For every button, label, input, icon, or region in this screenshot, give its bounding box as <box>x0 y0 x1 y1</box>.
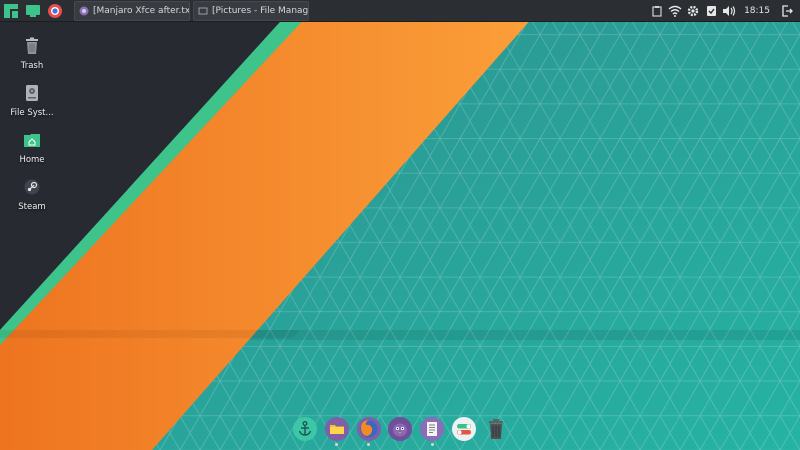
task-label: [Manjaro Xfce after.txt - ... <box>93 5 190 16</box>
steam-icon <box>22 177 42 197</box>
desktop-icon-home[interactable]: Home <box>4 130 60 165</box>
dock-item-file-manager[interactable] <box>324 416 350 446</box>
firefox-icon <box>356 417 381 441</box>
dock-item-text-editor[interactable] <box>419 416 445 446</box>
desktop-icon-trash[interactable]: Trash <box>4 36 60 71</box>
running-indicator <box>335 443 339 446</box>
clipboard-icon[interactable] <box>650 4 664 18</box>
checklist-icon[interactable] <box>704 4 718 18</box>
pidgin-icon <box>388 417 413 441</box>
file-manager-icon <box>198 7 208 14</box>
desktop-icon-label: File Syst... <box>10 108 54 118</box>
running-indicator <box>367 443 371 446</box>
task-label: [Pictures - File Manager] <box>212 5 309 16</box>
settings-toggle-icon <box>452 417 477 441</box>
desktop-icon-label: Home <box>19 155 45 165</box>
anchor-icon <box>293 417 317 441</box>
dock-item-firefox[interactable] <box>356 416 382 446</box>
desktop-icon-label: Trash <box>20 61 44 71</box>
desktop-icon-label: Steam <box>18 202 46 212</box>
text-editor-icon <box>79 6 89 15</box>
dock-item-pidgin[interactable] <box>387 416 413 446</box>
settings-gear-icon[interactable] <box>686 4 700 18</box>
clock[interactable]: 18:15 <box>744 6 770 16</box>
manjaro-logo-icon[interactable] <box>0 0 22 22</box>
desktop-icon-steam[interactable]: Steam <box>4 177 60 212</box>
desktop-icon-file-system[interactable]: File Syst... <box>4 83 60 118</box>
dock-item-settings[interactable] <box>451 416 477 446</box>
running-indicator <box>430 443 434 446</box>
trash-icon <box>22 36 42 56</box>
file-manager-icon <box>324 417 349 441</box>
home-folder-icon <box>22 130 42 150</box>
top-panel: [Manjaro Xfce after.txt - ... [Pictures … <box>0 0 800 22</box>
chromium-icon[interactable] <box>44 0 66 22</box>
taskbar-item-text-editor[interactable]: [Manjaro Xfce after.txt - ... <box>74 0 190 21</box>
trash-icon <box>488 419 503 439</box>
wifi-icon[interactable] <box>668 4 682 18</box>
file-system-icon <box>22 83 42 103</box>
desktop-wallpaper <box>0 0 800 450</box>
dock-item-trash[interactable] <box>483 416 509 446</box>
show-desktop-icon[interactable] <box>22 0 44 22</box>
volume-icon[interactable] <box>722 4 736 18</box>
system-tray: 18:15 <box>646 0 800 22</box>
dock-item-anchor[interactable] <box>292 416 318 446</box>
text-editor-icon <box>420 417 445 441</box>
taskbar-item-file-manager[interactable]: [Pictures - File Manager] <box>193 0 309 21</box>
dock <box>288 412 513 450</box>
logout-icon[interactable] <box>780 4 794 18</box>
